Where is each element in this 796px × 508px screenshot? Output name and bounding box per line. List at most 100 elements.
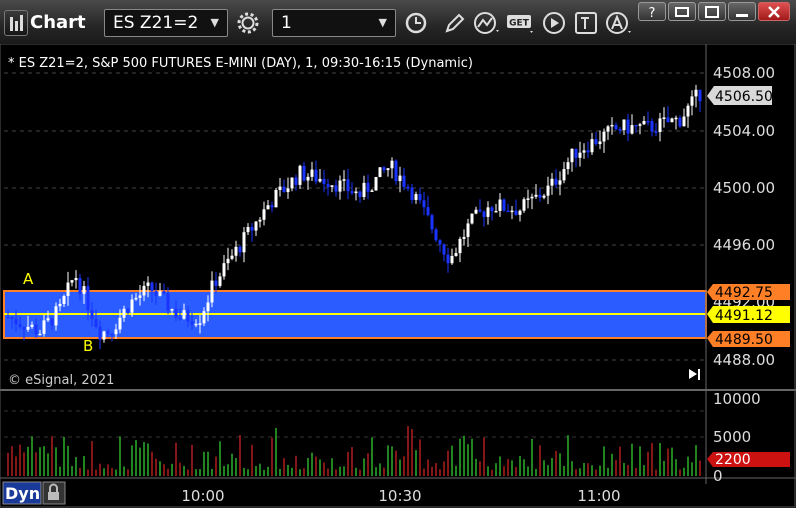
minimize-icon — [736, 13, 748, 17]
candle-body — [30, 324, 34, 327]
candle-body — [54, 306, 58, 326]
candle-body — [374, 177, 378, 191]
candle-body — [494, 210, 498, 213]
candle-body — [250, 227, 254, 231]
candle-body — [554, 178, 558, 185]
candle-body — [526, 198, 530, 200]
alerts-button[interactable] — [604, 10, 632, 36]
candle-body — [646, 121, 650, 123]
clock-icon — [405, 12, 427, 34]
candle-body — [358, 191, 362, 198]
candle-body — [322, 178, 326, 184]
candle-body — [6, 316, 10, 319]
candle-body — [162, 291, 166, 294]
candle-body — [502, 199, 506, 211]
restore-button[interactable] — [668, 2, 696, 21]
candle-body — [294, 177, 298, 185]
time-button[interactable] — [402, 10, 430, 36]
candle-body — [382, 167, 386, 171]
candle-body — [246, 227, 250, 233]
studies-button[interactable] — [472, 10, 500, 36]
candle-body — [326, 183, 330, 187]
candle-body — [626, 119, 630, 134]
candle-body — [222, 263, 226, 277]
candle-body — [18, 324, 22, 327]
candle-body — [134, 297, 138, 300]
settings-button[interactable] — [234, 10, 262, 36]
candle-body — [378, 167, 382, 178]
candle-body — [274, 189, 278, 208]
price-chart[interactable]: * ES Z21=2, S&P 500 FUTURES E-MINI (DAY)… — [0, 44, 796, 508]
svg-text:Dyn: Dyn — [5, 484, 40, 503]
candle-body — [146, 282, 150, 286]
symbol-select[interactable]: ES Z21=2 ▼ — [104, 9, 228, 37]
candle-body — [298, 165, 302, 185]
annotation-a[interactable]: A — [23, 270, 34, 288]
candle-body — [42, 320, 46, 334]
candle-body — [474, 209, 478, 214]
candle-body — [186, 310, 190, 322]
time-tick: 10:00 — [181, 487, 224, 505]
draw-button[interactable] — [440, 10, 468, 36]
annotation-b[interactable]: B — [83, 337, 93, 355]
candle-body — [278, 186, 282, 190]
candle-body — [214, 280, 218, 286]
candle-body — [530, 196, 534, 199]
window-title: Chart — [30, 12, 86, 33]
candle-body — [290, 177, 294, 189]
candle-body — [446, 254, 450, 264]
candle-body — [426, 207, 430, 216]
get-data-button[interactable]: GET — [506, 10, 536, 36]
replay-button[interactable] — [540, 10, 568, 36]
time-tick: 10:30 — [378, 487, 421, 505]
candle-body — [406, 186, 410, 189]
candle-body — [310, 169, 314, 177]
help-button[interactable]: ? — [638, 2, 666, 21]
close-icon — [768, 5, 780, 18]
candle-body — [342, 179, 346, 181]
candle-body — [178, 317, 182, 320]
upper-level-badge[interactable]: 4492.75 — [707, 284, 790, 301]
volume-tick: 5000 — [713, 428, 751, 446]
volume-last-badge: 2200 — [707, 452, 790, 468]
dynamic-mode-button[interactable]: Dyn — [2, 481, 42, 505]
svg-text:4492.75: 4492.75 — [715, 285, 773, 301]
candle-body — [254, 221, 258, 231]
candle-body — [490, 207, 494, 212]
candle-body — [286, 188, 290, 193]
interval-select[interactable]: 1 ▼ — [272, 9, 396, 37]
candle-body — [438, 240, 442, 245]
gear-icon — [237, 12, 259, 34]
candle-body — [150, 282, 154, 292]
lower-level-badge[interactable]: 4489.50 — [707, 331, 790, 348]
candle-body — [666, 117, 670, 123]
svg-text:4491.12: 4491.12 — [715, 308, 773, 324]
candle-body — [258, 219, 262, 222]
candle-body — [454, 253, 458, 256]
app-menu-button[interactable] — [4, 10, 28, 36]
candle-body — [690, 96, 694, 106]
candle-body — [450, 255, 454, 264]
candle-body — [578, 152, 582, 158]
maximize-button[interactable] — [698, 2, 726, 21]
minimize-button[interactable] — [728, 2, 756, 21]
candle-body — [482, 211, 486, 217]
lock-icon[interactable] — [42, 481, 66, 505]
close-button[interactable] — [758, 2, 790, 21]
candle-body — [202, 311, 206, 324]
volume-tick: 0 — [713, 467, 723, 485]
text-tool-button[interactable] — [572, 10, 600, 36]
candle-body — [318, 178, 322, 182]
candle-body — [130, 299, 134, 313]
candle-body — [654, 131, 658, 134]
volume-tick: 10000 — [713, 390, 761, 408]
mid-level-badge[interactable]: 4491.12 — [707, 306, 790, 324]
candle-body — [562, 169, 566, 181]
candle-body — [618, 129, 622, 131]
candle-body — [630, 125, 634, 134]
candle-body — [534, 194, 538, 197]
candle-body — [74, 278, 78, 281]
candle-body — [194, 323, 198, 326]
candle-body — [46, 318, 50, 321]
candle-body — [354, 191, 358, 194]
